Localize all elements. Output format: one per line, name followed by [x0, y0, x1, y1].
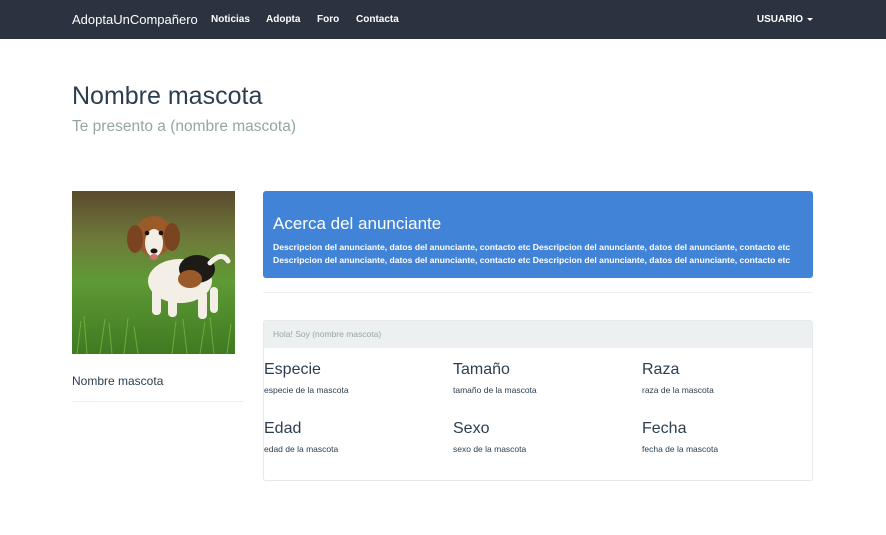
page-title: Nombre mascota [72, 82, 263, 110]
pet-info-heading: Hola! Soy (nombre mascota) [264, 321, 812, 348]
nav-link-noticias[interactable]: Noticias [211, 14, 250, 25]
info-label-tamano: Tamaño [453, 361, 510, 378]
info-value-especie: especie de la mascota [264, 385, 349, 395]
info-value-fecha: fecha de la mascota [642, 444, 719, 454]
pet-photo [72, 191, 235, 354]
nav-link-foro[interactable]: Foro [317, 14, 339, 25]
info-raza: Raza raza de la mascota [642, 361, 714, 395]
user-dropdown-label: USUARIO [756, 14, 803, 25]
info-label-fecha: Fecha [642, 420, 687, 437]
left-divider [72, 401, 244, 402]
info-value-sexo: sexo de la mascota [453, 444, 527, 454]
info-label-edad: Edad [264, 420, 302, 437]
info-sexo: Sexo sexo de la mascota [453, 420, 526, 454]
advertiser-panel: Acerca del anunciante Descripcion del an… [263, 191, 813, 278]
info-edad: Edad edad de la mascota [264, 420, 338, 454]
caret-down-icon [807, 17, 813, 21]
brand-link[interactable]: AdoptaUnCompañero [72, 12, 198, 27]
user-dropdown[interactable]: USUARIO [757, 14, 813, 25]
advertiser-description-line-2: Descripcion del anunciante, datos del an… [273, 255, 791, 265]
advertiser-title: Acerca del anunciante [273, 214, 442, 233]
page-subtitle: Te presento a (nombre mascota) [72, 118, 296, 135]
info-tamano: Tamaño tamaño de la mascota [453, 361, 537, 395]
right-divider [263, 292, 813, 293]
pet-info-panel: Hola! Soy (nombre mascota) Especie espec… [263, 320, 813, 481]
info-value-edad: edad de la mascota [264, 444, 339, 454]
info-label-raza: Raza [642, 361, 680, 378]
info-value-tamano: tamaño de la mascota [453, 385, 537, 395]
puppy-image [72, 191, 235, 354]
top-navbar: AdoptaUnCompañero Noticias Adopta Foro C… [0, 0, 886, 39]
nav-link-contacta[interactable]: Contacta [356, 14, 399, 25]
info-label-sexo: Sexo [453, 420, 490, 437]
info-especie: Especie especie de la mascota [264, 361, 349, 395]
info-value-raza: raza de la mascota [642, 385, 714, 395]
advertiser-description-line-1: Descripcion del anunciante, datos del an… [273, 242, 791, 252]
info-label-especie: Especie [264, 361, 321, 378]
nav-link-adopta[interactable]: Adopta [266, 14, 300, 25]
pet-name: Nombre mascota [72, 374, 164, 388]
info-fecha: Fecha fecha de la mascota [642, 420, 718, 454]
